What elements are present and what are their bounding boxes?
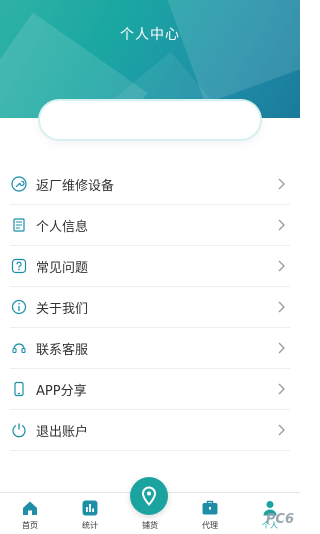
wrench-icon <box>10 175 28 193</box>
briefcase-icon <box>202 500 218 515</box>
document-icon <box>10 216 28 234</box>
location-pin-button[interactable] <box>130 477 168 515</box>
menu-item-repair[interactable]: 返厂维修设备 <box>10 164 290 205</box>
menu-item-label: 关于我们 <box>36 301 89 317</box>
tab-label: 代理 <box>202 521 218 530</box>
chevron-right-icon <box>278 342 285 354</box>
chart-icon <box>82 500 98 516</box>
chevron-right-icon <box>278 383 285 395</box>
menu-item-label: 退出账户 <box>36 424 89 440</box>
home-icon <box>23 501 37 515</box>
location-pin-icon <box>141 486 157 506</box>
menu-item-label: 返厂维修设备 <box>36 178 115 194</box>
tab-label: 铺货 <box>142 521 158 530</box>
power-icon <box>10 421 28 439</box>
user-info-card[interactable] <box>40 101 260 139</box>
tab-stats[interactable]: 统计 <box>60 493 120 534</box>
tab-home[interactable]: 首页 <box>0 493 60 534</box>
tab-label: 统计 <box>82 521 98 530</box>
chevron-right-icon <box>278 219 285 231</box>
menu-item-label: 联系客服 <box>36 342 89 358</box>
tab-agent[interactable]: 代理 <box>180 493 240 534</box>
menu-item-profile[interactable]: 个人信息 <box>10 205 290 246</box>
menu-item-faq[interactable]: 常见问题 <box>10 246 290 287</box>
phone-icon <box>10 380 28 398</box>
chevron-right-icon <box>278 260 285 272</box>
menu-item-about[interactable]: 关于我们 <box>10 287 290 328</box>
page-title: 个人中心 <box>120 27 180 43</box>
menu-item-label: 个人信息 <box>36 219 89 235</box>
chevron-right-icon <box>278 301 285 313</box>
question-icon <box>10 257 28 275</box>
menu-item-share[interactable]: APP分享 <box>10 369 290 410</box>
menu-item-logout[interactable]: 退出账户 <box>10 410 290 451</box>
headset-icon <box>10 339 28 357</box>
menu-item-label: 常见问题 <box>36 260 89 276</box>
settings-menu: 返厂维修设备 个人信息 常见问题 关于我们 联系客服 APP分享 退出账户 <box>0 164 300 451</box>
menu-item-support[interactable]: 联系客服 <box>10 328 290 369</box>
info-icon <box>10 298 28 316</box>
chevron-right-icon <box>278 178 285 190</box>
menu-item-label: APP分享 <box>36 383 87 399</box>
tab-label: 首页 <box>22 521 38 530</box>
watermark-logo: PC6 <box>265 512 294 527</box>
chevron-right-icon <box>278 424 285 436</box>
